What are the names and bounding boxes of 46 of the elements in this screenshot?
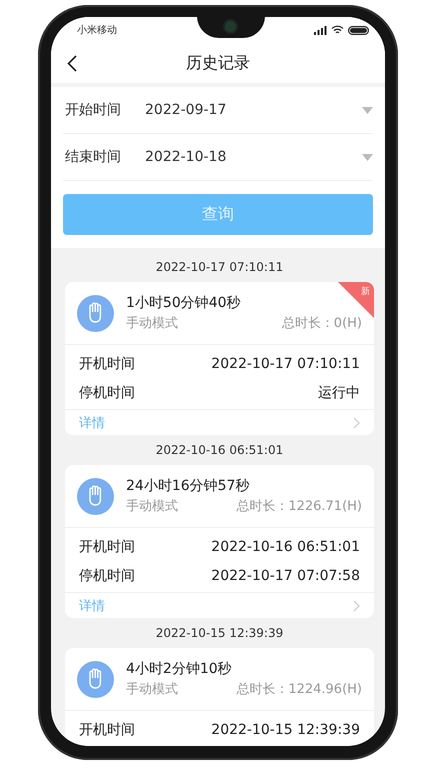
row-value: 运行中 bbox=[318, 384, 360, 402]
dropdown-icon bbox=[362, 106, 373, 114]
hand-icon bbox=[77, 294, 114, 332]
date-picker-field[interactable]: 开始时间 2022-09-17 bbox=[63, 87, 373, 134]
chevron-right-icon bbox=[353, 600, 360, 612]
row-label: 开机时间 bbox=[79, 354, 135, 372]
row-value: 2022-10-16 06:51:01 bbox=[211, 538, 360, 554]
record-timestamp: 2022-10-16 06:51:01 bbox=[154, 442, 284, 459]
wifi-icon bbox=[331, 25, 344, 36]
row-value: 2022-10-15 12:39:39 bbox=[211, 722, 360, 738]
details-link[interactable]: 详情 bbox=[79, 414, 105, 432]
row-label: 停机时间 bbox=[79, 566, 135, 584]
duration-text: 24小时16分钟57秒 bbox=[126, 477, 250, 495]
hand-icon bbox=[77, 478, 114, 514]
date-value: 2022-09-17 bbox=[145, 102, 228, 118]
total-duration: 总时长：1224.96(H) bbox=[236, 681, 362, 698]
record-timestamp: 2022-10-17 07:10:11 bbox=[154, 259, 284, 276]
duration-text: 4小时2分钟10秒 bbox=[126, 660, 232, 678]
camera-icon bbox=[225, 21, 236, 32]
row-label: 开机时间 bbox=[79, 538, 135, 556]
battery-icon bbox=[348, 26, 369, 35]
duration-text: 1小时50分钟40秒 bbox=[126, 294, 241, 312]
mode-text: 手动模式 bbox=[126, 681, 178, 698]
query-button[interactable]: 查询 bbox=[63, 194, 373, 235]
record-timestamp: 2022-10-15 12:39:39 bbox=[154, 625, 284, 642]
field-label: 开始时间 bbox=[64, 101, 122, 119]
mode-text: 手动模式 bbox=[126, 498, 178, 515]
row-value: 2022-10-17 07:07:58 bbox=[211, 568, 360, 584]
date-value: 2022-10-18 bbox=[145, 149, 228, 165]
carrier-name: 小米移动 bbox=[77, 24, 117, 38]
new-badge: 新 bbox=[338, 282, 374, 318]
row-label: 停机时间 bbox=[79, 384, 135, 402]
page-title: 历史记录 bbox=[186, 52, 250, 72]
chevron-right-icon bbox=[353, 416, 360, 428]
row-label: 开机时间 bbox=[79, 720, 135, 738]
total-duration: 总时长：0(H) bbox=[282, 315, 362, 332]
row-value: 2022-10-17 07:10:11 bbox=[211, 356, 360, 372]
signal-icon bbox=[314, 26, 327, 35]
back-icon[interactable] bbox=[67, 54, 77, 72]
hand-icon bbox=[77, 660, 114, 698]
date-picker-field[interactable]: 结束时间 2022-10-18 bbox=[63, 134, 373, 181]
dropdown-icon bbox=[362, 154, 373, 160]
field-label: 结束时间 bbox=[64, 148, 122, 166]
total-duration: 总时长：1226.71(H) bbox=[236, 498, 362, 515]
details-link[interactable]: 详情 bbox=[79, 596, 105, 614]
mode-text: 手动模式 bbox=[126, 315, 178, 332]
